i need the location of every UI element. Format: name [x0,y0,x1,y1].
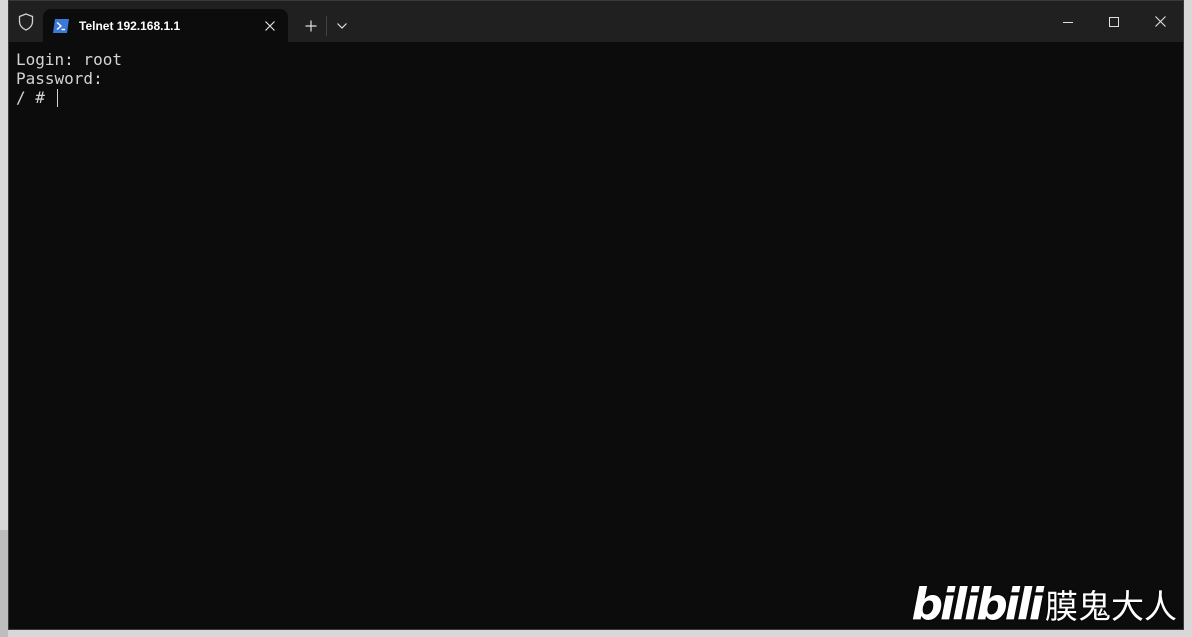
profile-dropdown-button[interactable] [327,11,357,41]
shell-prompt: / # [16,88,45,107]
powershell-icon [53,18,69,34]
shield-icon [9,1,43,42]
terminal-window: Telnet 192.168.1.1 Login: root Password:… [8,0,1184,630]
close-window-button[interactable] [1137,1,1183,42]
title-bar[interactable]: Telnet 192.168.1.1 [9,1,1183,42]
terminal-line-prompt: / # [16,88,1176,107]
desktop: Telnet 192.168.1.1 Login: root Password:… [0,0,1192,637]
chevron-down-icon [337,22,347,29]
close-icon [1154,16,1166,27]
background-window-edge [0,530,8,637]
text-cursor [56,89,58,107]
terminal-line-login: Login: root [16,50,122,69]
maximize-icon [1109,16,1119,27]
tab-title: Telnet 192.168.1.1 [79,18,181,33]
minimize-button[interactable] [1045,1,1091,42]
tab-telnet[interactable]: Telnet 192.168.1.1 [43,9,288,42]
terminal-output[interactable]: Login: root Password: / # [9,42,1183,629]
bilibili-logo: bilibili [911,579,1044,630]
close-icon [265,20,275,31]
close-tab-button[interactable] [256,12,284,40]
terminal-line-password: Password: [16,69,103,88]
watermark: bilibili 膜鬼大人 [912,583,1177,627]
minimize-icon [1063,21,1073,23]
maximize-button[interactable] [1091,1,1137,42]
plus-icon [305,20,317,31]
new-tab-button[interactable] [296,11,326,41]
watermark-author: 膜鬼大人 [1045,587,1177,626]
